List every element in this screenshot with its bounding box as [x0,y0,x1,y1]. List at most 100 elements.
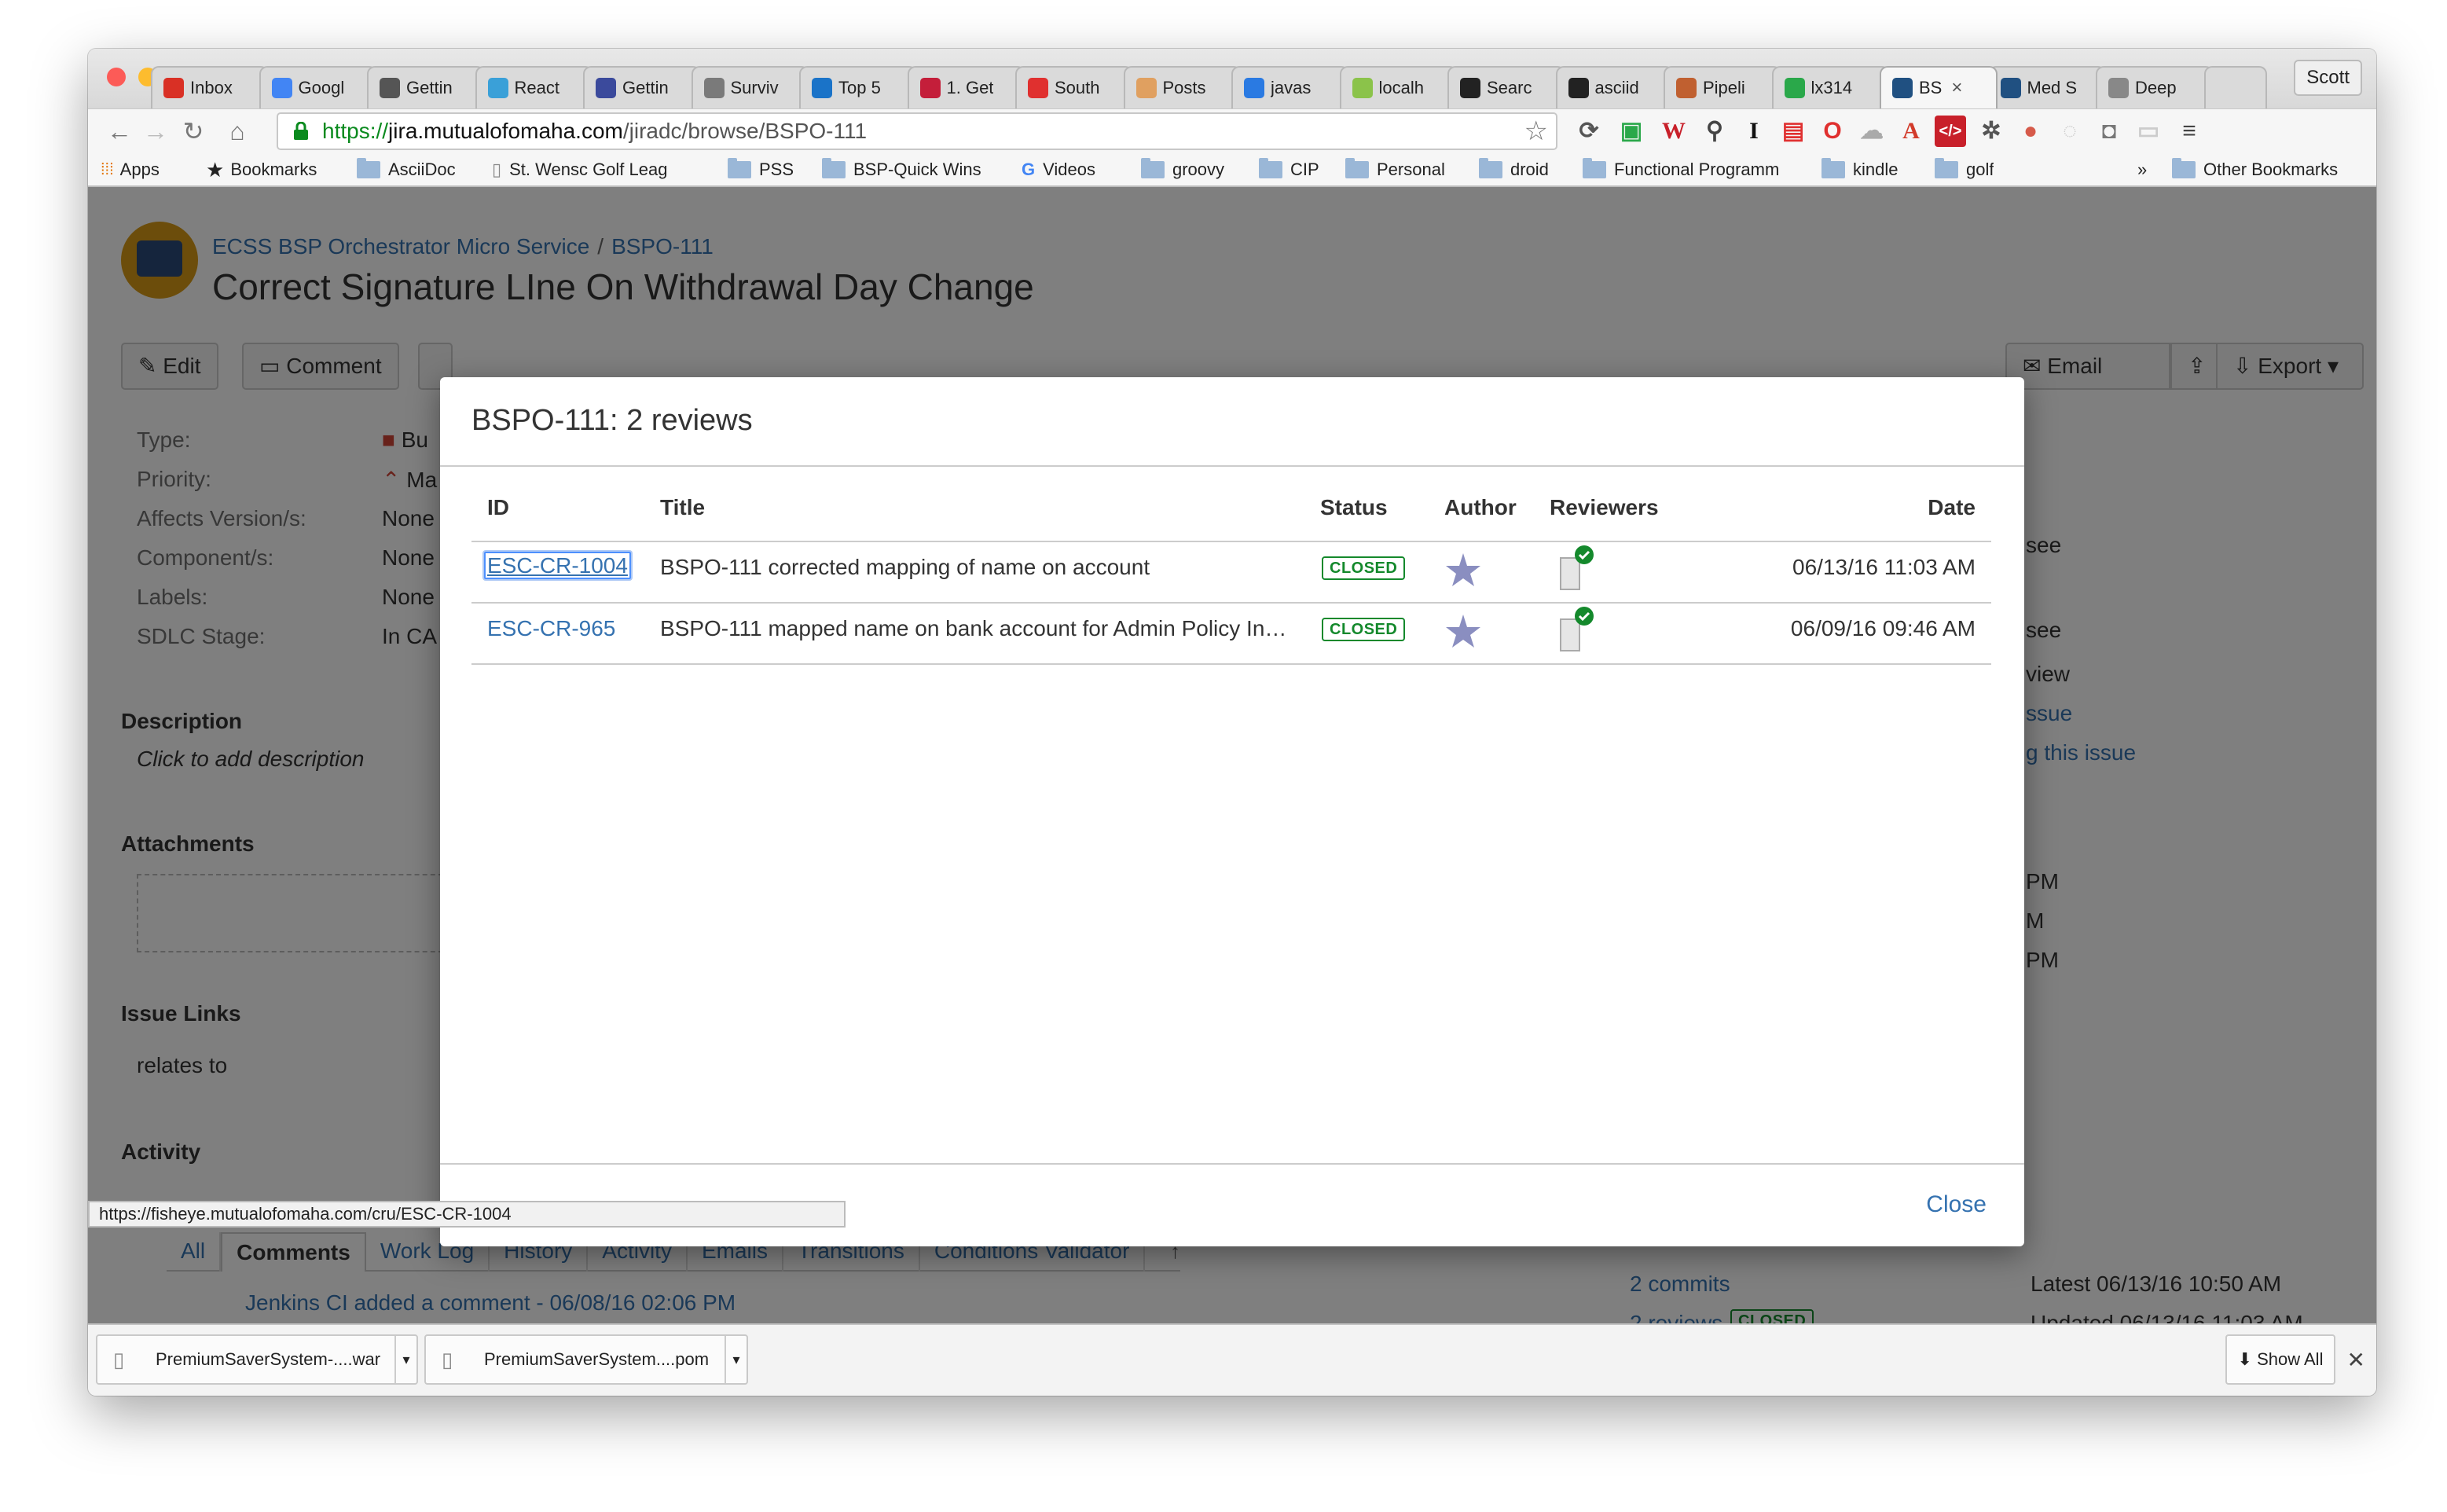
reviewer-avatar-icon [1560,607,1594,651]
bookmarks-bar: ⁞⁞⁞ Apps ★ Bookmarks AsciiDoc ▯ St. Wensc G… [88,152,2376,187]
react-icon [487,78,508,98]
extension-a-icon[interactable]: A [1895,116,1927,147]
extension-robot-icon[interactable]: ▣ [1616,116,1647,147]
column-header-date: Date [1928,495,1976,519]
browser-tab[interactable]: lx314 [1771,66,1890,108]
browser-tab[interactable]: Posts [1123,66,1242,108]
close-window-button[interactable] [107,68,126,86]
profile-button[interactable]: Scott [2294,60,2362,96]
close-dialog-button[interactable]: Close [1926,1191,1987,1218]
bookmark-folder[interactable]: CIP [1259,157,1319,182]
browser-tab[interactable]: javas [1231,66,1349,108]
extension-i-icon[interactable]: I [1738,116,1770,147]
browser-tab[interactable]: South [1015,66,1133,108]
jira-icon [1892,78,1913,98]
browser-tab[interactable]: Med S [1987,66,2106,108]
extension-ghost-icon[interactable]: ☁ [1856,116,1888,147]
review-title: BSPO-111 corrected mapping of name on ac… [660,555,1150,579]
bookmark-page[interactable]: ▯ St. Wensc Golf Leag [492,157,720,182]
reload-icon[interactable]: ↻ [178,114,209,149]
column-header-status: Status [1320,495,1388,519]
address-bar[interactable]: https://jira.mutualofomaha.com/jiradc/br… [277,112,1557,150]
chevron-down-icon[interactable]: ▾ [394,1336,416,1383]
home-icon[interactable]: ⌂ [222,114,253,149]
page-content: ECSS BSP Orchestrator Micro Service/BSPO… [88,187,2376,1323]
folder-icon [1821,158,1845,178]
bookmark-star-icon[interactable]: ☆ [1524,114,1548,149]
heart-icon [1028,78,1048,98]
menu-icon[interactable]: ≡ [2174,116,2205,147]
close-downloads-bar-icon[interactable]: ✕ [2347,1347,2365,1373]
column-header-title: Title [660,495,706,519]
show-all-downloads-button[interactable]: ⬇ Show All [2225,1334,2335,1385]
extension-opera-icon[interactable]: O [1817,116,1848,147]
browser-tab[interactable]: BS × [1880,66,1998,108]
extension-page-icon[interactable]: ▭ [2133,116,2164,147]
close-tab-icon[interactable]: × [1951,77,1962,99]
browser-tab[interactable]: Gettin [367,66,485,108]
browser-tab[interactable]: Inbox [151,66,269,108]
extension-tool-icon[interactable]: ⚲ [1699,116,1730,147]
tab-label: lx314 [1810,78,1853,97]
ring-icon [1784,78,1805,98]
forward-icon[interactable]: → [140,114,171,149]
download-item[interactable]: ▯ PremiumSaverSystem....pom ▾ [424,1334,748,1385]
tab-label: Pipeli [1703,78,1745,97]
extension-code-icon[interactable]: </> [1935,116,1966,147]
download-filename: PremiumSaverSystem....pom [484,1349,710,1369]
extension-badge-icon[interactable]: ▤ [1777,116,1809,147]
star-icon: ★ [206,158,225,182]
bookmark-folder[interactable]: droid [1479,157,1549,182]
review-id-link[interactable]: ESC-CR-1004 [484,552,631,579]
browser-tab[interactable]: React [475,66,593,108]
header-divider [471,541,1991,542]
browser-tab[interactable]: Top 5 [799,66,917,108]
s-icon [596,78,616,98]
bookmark-folder[interactable]: golf [1935,157,1994,182]
browser-tab[interactable]: 1. Get [907,66,1025,108]
bookmark-other[interactable]: Other Bookmarks [2172,157,2338,182]
extension-bug-icon[interactable]: ✲ [1976,116,2007,147]
bookmark-folder[interactable]: BSP-Quick Wins [822,157,981,182]
bookmark-folder[interactable]: PSS [728,157,794,182]
github-icon [1568,78,1589,98]
new-tab-button[interactable] [2203,66,2267,108]
browser-tab[interactable]: Deep [2096,66,2214,108]
browser-tab[interactable]: localh [1339,66,1458,108]
browser-tab[interactable]: Gettin [583,66,701,108]
folder-icon [357,158,380,178]
bookmark-folder[interactable]: Functional Programm [1583,157,1803,182]
tab-label: South [1055,78,1100,97]
extension-tomato-icon[interactable]: ● [2015,116,2046,147]
bookmark-folder[interactable]: Personal [1345,157,1445,182]
bookmark-folder[interactable]: AsciiDoc [357,157,456,182]
chevron-down-icon[interactable]: ▾ [725,1336,747,1383]
extension-sync-icon[interactable]: ⟳ [1573,116,1605,147]
folder-icon [728,158,751,178]
extension-square-icon[interactable]: ◘ [2093,116,2125,147]
extension-w-icon[interactable]: W [1658,116,1689,147]
bookmark-folder[interactable]: kindle [1821,157,1898,182]
browser-tab[interactable]: Surviv [691,66,809,108]
extension-spinner-icon[interactable]: ◌ [2054,116,2086,147]
tab-label: React [514,78,559,97]
bookmark-bookmarks[interactable]: ★ Bookmarks [206,157,317,182]
row-divider [471,602,1991,604]
url-protocol: https:// [322,119,389,143]
bookmark-videos[interactable]: G Videos [1022,157,1095,182]
browser-tab[interactable]: Searc [1447,66,1565,108]
tab-label: Med S [2027,78,2078,97]
status-badge: CLOSED [1322,556,1406,580]
bookmark-folder[interactable]: groovy [1141,157,1224,182]
browser-tab[interactable]: Googl [259,66,377,108]
bookmark-apps[interactable]: ⁞⁞⁞ Apps [101,157,160,182]
tab-strip: Inbox Googl Gettin React Gettin Surviv Top 5 1.… [88,49,2376,108]
browser-window: Inbox Googl Gettin React Gettin Surviv Top 5 1.… [88,49,2376,1396]
file-icon: ▯ [113,1348,125,1371]
browser-tab[interactable]: asciid [1555,66,1674,108]
back-icon[interactable]: ← [104,114,135,149]
bookmarks-overflow-button[interactable]: » [2137,157,2147,182]
download-item[interactable]: ▯ PremiumSaverSystem-....war ▾ [96,1334,418,1385]
browser-tab[interactable]: Pipeli [1664,66,1781,108]
review-id-link[interactable]: ESC-CR-965 [487,616,615,641]
